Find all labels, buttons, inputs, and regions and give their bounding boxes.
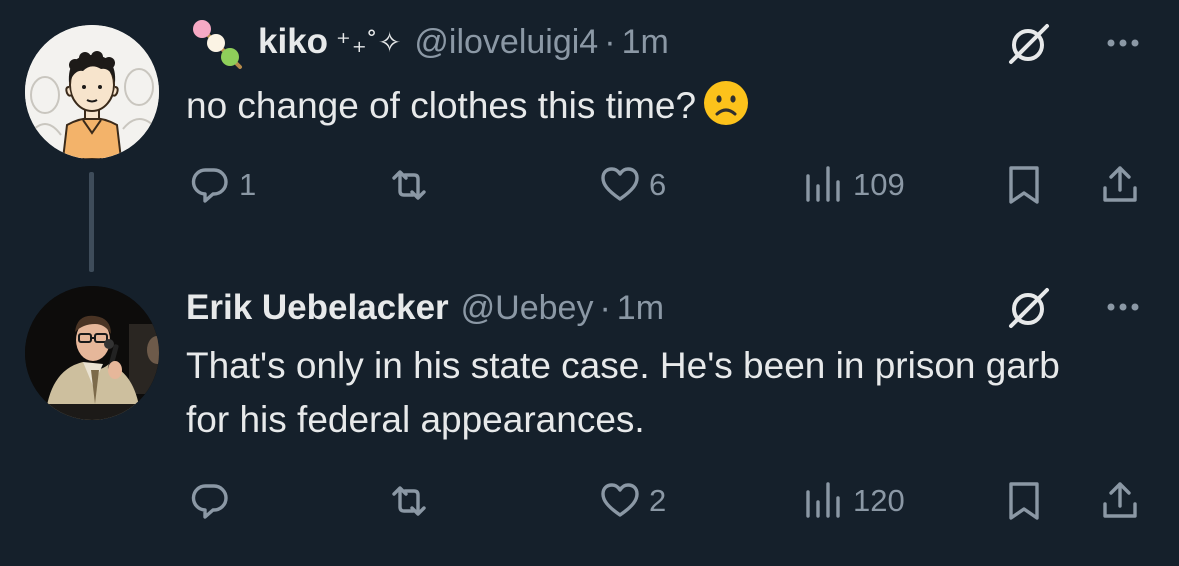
dango-emoji-icon: [193, 20, 242, 69]
tweet[interactable]: Erik Uebelacker @Uebey · 1m That's only …: [0, 280, 1179, 566]
tweet-header: Erik Uebelacker @Uebey · 1m: [186, 286, 664, 330]
timestamp[interactable]: 1m: [622, 23, 669, 62]
display-name[interactable]: Erik Uebelacker: [186, 288, 449, 328]
name-decoration: ⁺₊˚✧: [336, 26, 403, 58]
heart-icon: [601, 167, 639, 201]
tweet-header: kiko ⁺₊˚✧ @iloveluigi4 · 1m: [186, 20, 669, 69]
cartoon-person-avatar-icon: [25, 25, 159, 159]
views-button[interactable]: 109: [801, 155, 905, 215]
view-count: 109: [853, 167, 905, 202]
share-icon: [1103, 482, 1137, 518]
more-options-icon[interactable]: [1103, 287, 1143, 327]
heart-icon: [601, 483, 639, 517]
like-button[interactable]: 2: [597, 471, 666, 531]
reply-icon: [191, 484, 228, 519]
views-chart-icon: [806, 482, 840, 518]
user-handle[interactable]: @Uebey: [461, 289, 594, 328]
reply-button[interactable]: 1: [187, 155, 256, 215]
retweet-button[interactable]: [386, 471, 438, 531]
photo-avatar-icon: [25, 286, 159, 420]
tweet[interactable]: kiko ⁺₊˚✧ @iloveluigi4 · 1m no change of…: [0, 0, 1179, 280]
action-bar: 1 6 109: [0, 155, 1179, 215]
like-count: 2: [649, 483, 667, 518]
tweet-text-content: That's only in his state case. He's been…: [186, 345, 1060, 440]
like-button[interactable]: 6: [597, 155, 666, 215]
share-button[interactable]: [1097, 155, 1143, 215]
retweet-button[interactable]: [386, 155, 438, 215]
bookmark-button[interactable]: [1001, 471, 1047, 531]
separator-dot: ·: [604, 22, 616, 61]
tweet-text: no change of clothes this time?: [186, 79, 1086, 133]
tweet-text: That's only in his state case. He's been…: [186, 339, 1086, 447]
timestamp[interactable]: 1m: [617, 289, 664, 328]
grok-icon[interactable]: [1005, 20, 1051, 66]
grok-icon[interactable]: [1005, 284, 1051, 330]
reply-icon: [191, 168, 228, 203]
share-button[interactable]: [1097, 471, 1143, 531]
views-chart-icon: [806, 166, 840, 202]
bookmark-icon: [1009, 166, 1039, 204]
view-count: 120: [853, 483, 905, 518]
bookmark-button[interactable]: [1001, 155, 1047, 215]
user-handle[interactable]: @iloveluigi4: [414, 23, 598, 62]
bookmark-icon: [1009, 482, 1039, 520]
frowning-face-emoji-icon: [704, 81, 749, 125]
avatar[interactable]: [25, 286, 159, 420]
reply-button[interactable]: [187, 471, 239, 531]
avatar[interactable]: [25, 25, 159, 159]
retweet-icon: [392, 170, 426, 200]
share-icon: [1103, 166, 1137, 202]
display-name[interactable]: kiko: [258, 22, 328, 62]
separator-dot: ·: [599, 288, 611, 327]
like-count: 6: [649, 167, 667, 202]
views-button[interactable]: 120: [801, 471, 905, 531]
retweet-icon: [392, 486, 426, 516]
action-bar: 2 120: [0, 471, 1179, 531]
tweet-text-content: no change of clothes this time?: [186, 85, 697, 126]
reply-count: 1: [239, 167, 257, 202]
more-options-icon[interactable]: [1103, 23, 1143, 63]
